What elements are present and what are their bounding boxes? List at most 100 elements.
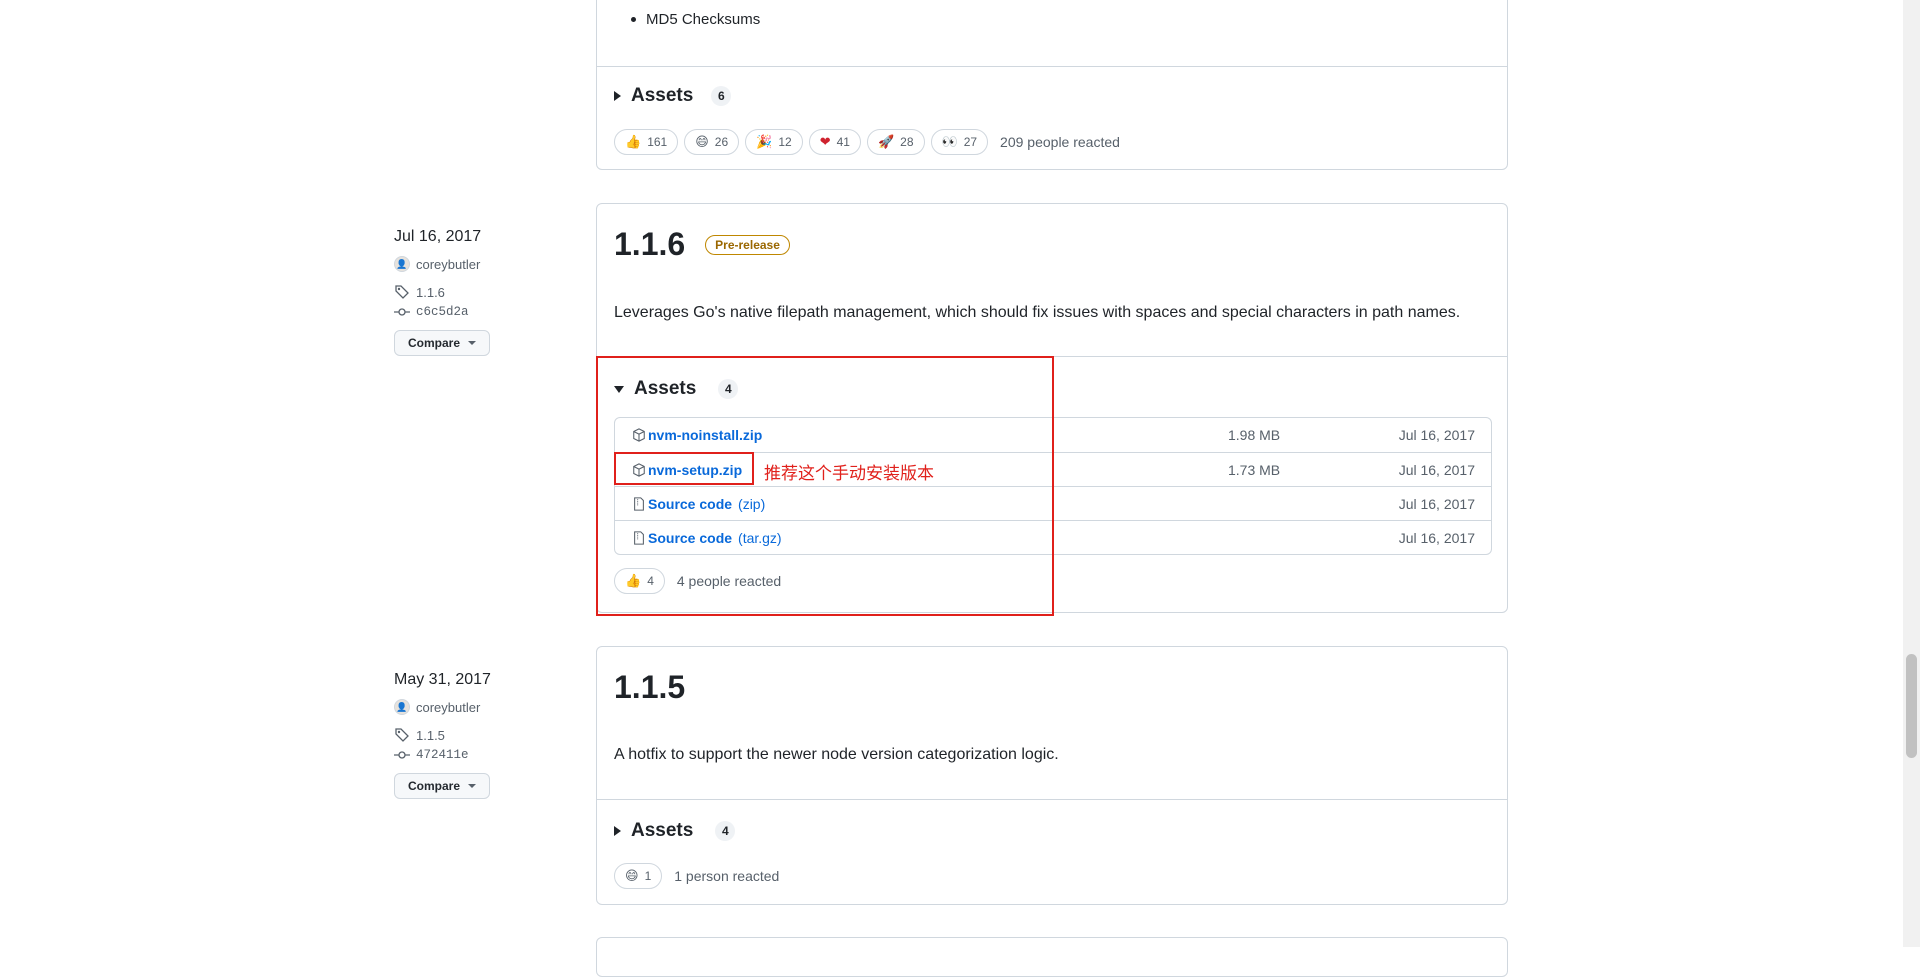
assets-label: Assets <box>631 85 694 106</box>
package-icon <box>633 462 645 477</box>
asset-size: 1.98 MB <box>1228 427 1281 443</box>
asset-link[interactable]: nvm-noinstall.zip <box>632 427 762 443</box>
reactions-bar: 👍 4 4 people reacted <box>614 568 781 594</box>
asset-name: nvm-noinstall.zip <box>648 427 763 443</box>
release-header: 1.1.5 <box>614 669 685 706</box>
reacted-summary: 1 person reacted <box>674 868 780 884</box>
asset-name: Source code <box>648 529 733 546</box>
commit-icon <box>394 751 410 759</box>
file-zip-icon <box>634 530 644 545</box>
release-header: 1.1.6 Pre-release <box>614 226 790 263</box>
commit-sha: c6c5d2a <box>416 305 469 319</box>
asset-date: Jul 16, 2017 <box>1398 427 1475 443</box>
release-title[interactable]: 1.1.6 <box>614 226 685 263</box>
hooray-icon: 🎉 <box>756 134 773 149</box>
reaction-count: 161 <box>647 135 668 149</box>
tag-icon <box>395 285 409 299</box>
reaction-eyes[interactable]: 👀 27 <box>930 129 989 155</box>
scrollbar-thumb[interactable] <box>1906 654 1917 758</box>
scrollbar-track[interactable] <box>1903 0 1920 947</box>
bullet-item: MD5 Checksums <box>631 11 760 28</box>
release-description: A hotfix to support the newer node versi… <box>614 746 1059 763</box>
compare-label: Compare <box>408 779 461 793</box>
reactions-bar: 👍 161 😄 26 🎉 12 ❤ 41 🚀 28 👀 27 209 people reac… <box>614 129 1120 155</box>
author-link[interactable]: coreybutler <box>416 700 480 715</box>
release-date: May 31, 2017 <box>394 671 491 688</box>
expand-triangle-icon <box>614 826 621 836</box>
reacted-summary: 4 people reacted <box>676 573 782 589</box>
reaction-count: 4 <box>647 574 654 588</box>
assets-toggle[interactable]: Assets 4 <box>614 820 736 842</box>
reaction-count: 28 <box>900 135 914 149</box>
prerelease-badge: Pre-release <box>705 234 790 255</box>
asset-ext: (zip) <box>738 495 766 512</box>
heart-icon: ❤ <box>819 134 831 149</box>
asset-ext: (tar.gz) <box>738 529 782 546</box>
tag-icon <box>395 728 409 742</box>
reaction-thumbs-up[interactable]: 👍 4 <box>614 568 665 594</box>
release-date: Jul 16, 2017 <box>394 228 482 245</box>
release-card-115: 1.1.5 A hotfix to support the newer node… <box>596 646 1508 905</box>
commit-icon <box>394 308 410 316</box>
release-card-next <box>596 937 1508 977</box>
annotation-text: 推荐这个手动安装版本 <box>764 464 934 483</box>
assets-list: nvm-noinstall.zip 1.98 MB Jul 16, 2017 n… <box>614 417 1492 555</box>
rocket-icon: 🚀 <box>877 134 895 149</box>
author-row[interactable]: 👤 coreybutler <box>394 697 574 717</box>
chevron-down-icon <box>468 341 477 345</box>
commit-row[interactable]: 472411e <box>394 745 574 765</box>
tag-name: 1.1.5 <box>416 727 445 743</box>
compare-label: Compare <box>408 336 461 350</box>
asset-size: 1.73 MB <box>1228 461 1281 478</box>
reaction-laugh[interactable]: 😄 1 <box>614 863 663 889</box>
laugh-icon: 😄 <box>695 134 709 149</box>
release-meta-115: May 31, 2017 👤 coreybutler 1.1.5 472411e… <box>394 671 574 799</box>
asset-link[interactable]: nvm-setup.zip <box>632 462 742 478</box>
compare-button[interactable]: Compare <box>394 330 491 356</box>
assets-count: 4 <box>718 379 739 399</box>
asset-link[interactable]: Source code (tar.gz) <box>632 530 782 546</box>
eyes-icon: 👀 <box>941 134 958 149</box>
asset-link[interactable]: Source code (zip) <box>632 496 765 512</box>
author-row[interactable]: 👤 coreybutler <box>394 254 574 274</box>
reacted-summary: 209 people reacted <box>1000 134 1120 150</box>
reaction-laugh[interactable]: 😄 26 <box>684 129 740 155</box>
tag-row[interactable]: 1.1.6 <box>394 282 574 302</box>
reactions-bar: 😄 1 1 person reacted <box>614 863 779 889</box>
tag-row[interactable]: 1.1.5 <box>394 725 574 745</box>
asset-name: nvm-setup.zip <box>648 461 743 478</box>
expand-triangle-icon <box>614 91 621 101</box>
thumbs-up-icon: 👍 <box>625 573 642 588</box>
asset-date: Jul 16, 2017 <box>1398 461 1475 478</box>
asset-row: nvm-noinstall.zip 1.98 MB Jul 16, 2017 <box>615 418 1491 452</box>
author-link[interactable]: coreybutler <box>416 257 480 272</box>
package-icon <box>633 428 645 442</box>
release-card-116: 1.1.6 Pre-release Leverages Go's native … <box>596 203 1508 613</box>
reaction-count: 26 <box>714 135 729 149</box>
compare-button[interactable]: Compare <box>394 773 491 799</box>
reaction-hooray[interactable]: 🎉 12 <box>745 129 803 155</box>
asset-date: Jul 16, 2017 <box>1398 529 1475 546</box>
bullet-dot <box>631 17 636 22</box>
reaction-count: 27 <box>963 135 978 149</box>
release-meta-116: Jul 16, 2017 👤 coreybutler 1.1.6 c6c5d2a… <box>394 228 574 356</box>
asset-row: Source code (zip) Jul 16, 2017 <box>615 486 1491 520</box>
asset-row: Source code (tar.gz) Jul 16, 2017 <box>615 520 1491 554</box>
assets-toggle[interactable]: Assets 4 <box>614 378 739 400</box>
bullet-text: MD5 Checksums <box>646 11 761 28</box>
chevron-down-icon <box>468 784 477 788</box>
reaction-rocket[interactable]: 🚀 28 <box>866 129 925 155</box>
reaction-thumbs-up[interactable]: 👍 161 <box>614 129 679 155</box>
assets-toggle[interactable]: Assets 6 <box>614 85 732 107</box>
laugh-icon: 😄 <box>625 868 639 883</box>
asset-date: Jul 16, 2017 <box>1398 495 1475 512</box>
commit-row[interactable]: c6c5d2a <box>394 302 574 322</box>
assets-count: 6 <box>711 86 732 106</box>
release-title[interactable]: 1.1.5 <box>614 669 685 705</box>
file-zip-icon <box>634 496 644 511</box>
assets-label: Assets <box>634 378 697 399</box>
release-card-previous: MD5 Checksums Assets 6 👍 161 😄 26 🎉 12 ❤ 41 … <box>596 0 1508 170</box>
commit-sha: 472411e <box>416 748 469 762</box>
reaction-heart[interactable]: ❤ 41 <box>808 129 861 155</box>
reaction-count: 1 <box>644 869 652 883</box>
